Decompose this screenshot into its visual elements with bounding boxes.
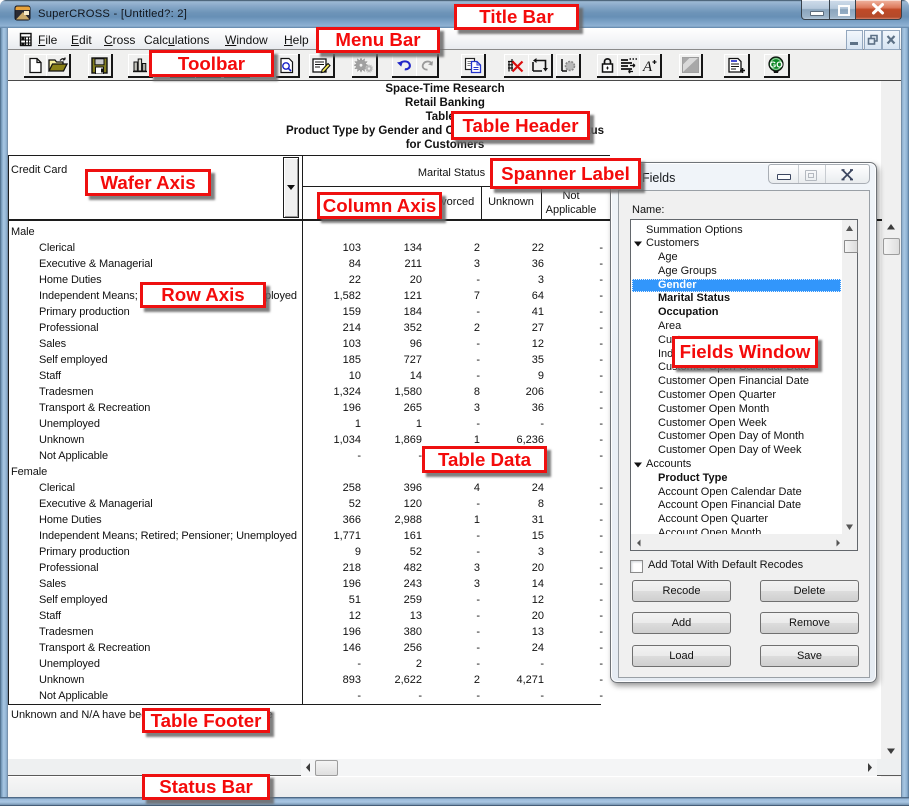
svg-text:A: A: [642, 59, 653, 73]
svg-text:GO: GO: [770, 59, 784, 69]
